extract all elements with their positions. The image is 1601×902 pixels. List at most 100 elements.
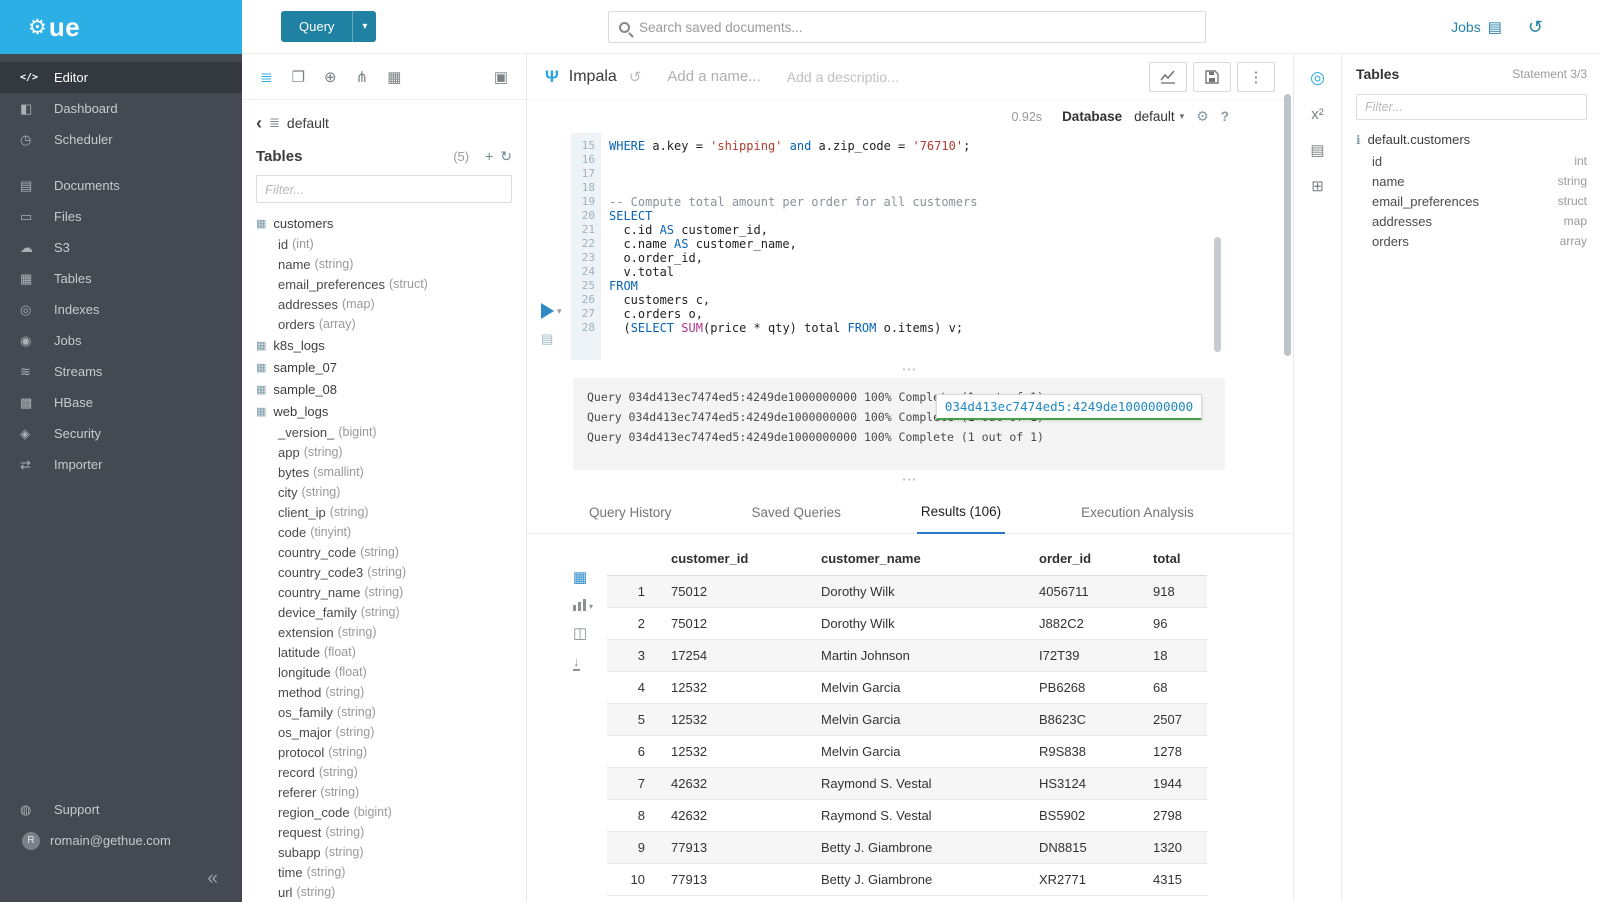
grid-view-icon[interactable]: ▦	[573, 568, 607, 586]
resize-handle-top[interactable]: ⋯	[527, 360, 1293, 378]
column-item[interactable]: url(string)	[256, 882, 526, 902]
sidebar-item-hbase[interactable]: ▩HBase	[0, 387, 242, 418]
column-item[interactable]: device_family(string)	[256, 602, 526, 622]
panel-scrollbar[interactable]	[1284, 94, 1291, 356]
chart-button[interactable]	[1149, 62, 1187, 92]
sidebar-item-streams[interactable]: ≋Streams	[0, 356, 242, 387]
snippet-history-icon[interactable]: ↺	[629, 68, 642, 86]
active-table[interactable]: ℹ default.customers	[1356, 132, 1601, 147]
add-table-icon[interactable]: +	[485, 148, 493, 164]
column-item[interactable]: region_code(bigint)	[256, 802, 526, 822]
settings-gear-icon[interactable]: ⚙	[1196, 108, 1209, 125]
sidebar-item-importer[interactable]: ⇄Importer	[0, 449, 242, 480]
schedule-icon[interactable]: ⊞	[1311, 177, 1324, 195]
result-row[interactable]: 742632Raymond S. VestalHS31241944	[607, 768, 1207, 800]
column-item[interactable]: extension(string)	[256, 622, 526, 642]
column-item[interactable]: method(string)	[256, 682, 526, 702]
column-item[interactable]: country_code(string)	[256, 542, 526, 562]
result-row[interactable]: 977913Betty J. GiambroneDN88151320	[607, 832, 1207, 864]
table-item-web-logs[interactable]: ▦web_logs	[256, 400, 526, 422]
column-item[interactable]: addressesmap	[1342, 211, 1601, 231]
column-item[interactable]: email_preferencesstruct	[1342, 191, 1601, 211]
column-item[interactable]: app(string)	[256, 442, 526, 462]
search-input[interactable]	[639, 20, 1195, 35]
columns-toggle-icon[interactable]: ◫	[573, 624, 607, 642]
query-description-input[interactable]: Add a descriptio...	[787, 69, 899, 85]
column-item[interactable]: country_code3(string)	[256, 562, 526, 582]
column-item[interactable]: subapp(string)	[256, 842, 526, 862]
column-item[interactable]: longitude(float)	[256, 662, 526, 682]
chart-view-icon[interactable]: ▾	[573, 599, 607, 611]
column-item[interactable]: email_preferences(struct)	[256, 274, 526, 294]
result-row[interactable]: 175012Dorothy Wilk4056711918	[607, 576, 1207, 608]
sidebar-item-tables[interactable]: ▦Tables	[0, 263, 242, 294]
result-row[interactable]: 317254Martin JohnsonI72T3918	[607, 640, 1207, 672]
sidebar-item-documents[interactable]: ▤Documents	[0, 170, 242, 201]
query-dropdown-caret-icon[interactable]: ▾	[352, 11, 376, 42]
sidebar-item-s3[interactable]: ☁S3	[0, 232, 242, 263]
refresh-tables-icon[interactable]: ↻	[500, 148, 512, 165]
more-actions-button[interactable]: ⋮	[1237, 62, 1275, 92]
tab-execution-analysis[interactable]: Execution Analysis	[1077, 505, 1198, 533]
database-select[interactable]: default ▾	[1134, 109, 1184, 124]
statement-menu-icon[interactable]: ▤	[541, 331, 553, 347]
column-item[interactable]: request(string)	[256, 822, 526, 842]
jobs-link[interactable]: Jobs ▤	[1451, 18, 1502, 36]
column-item[interactable]: namestring	[1342, 171, 1601, 191]
column-item[interactable]: ordersarray	[1342, 231, 1601, 251]
sidebar-item-romain-gethue-com[interactable]: Rromain@gethue.com	[0, 825, 242, 856]
column-item[interactable]: city(string)	[256, 482, 526, 502]
hdfs-icon[interactable]: ⋔	[356, 68, 369, 86]
save-button[interactable]	[1193, 62, 1231, 92]
column-item[interactable]: time(string)	[256, 862, 526, 882]
column-item[interactable]: os_family(string)	[256, 702, 526, 722]
briefcase-icon[interactable]: ▣	[494, 68, 508, 86]
functions-icon[interactable]: x²	[1311, 106, 1324, 123]
column-item[interactable]: _version_(bigint)	[256, 422, 526, 442]
right-panel-filter-input[interactable]	[1356, 94, 1587, 120]
language-reference-icon[interactable]: ▤	[1310, 141, 1324, 159]
query-name-input[interactable]: Add a name...	[667, 68, 760, 85]
result-row[interactable]: 1077913Betty J. GiambroneXR27714315	[607, 864, 1207, 896]
sidebar-item-scheduler[interactable]: ◷Scheduler	[0, 124, 242, 155]
sidebar-item-jobs[interactable]: ◉Jobs	[0, 325, 242, 356]
column-item[interactable]: code(tinyint)	[256, 522, 526, 542]
column-item[interactable]: referer(string)	[256, 782, 526, 802]
editor-scrollbar[interactable]	[1214, 237, 1221, 352]
tab-query-history[interactable]: Query History	[585, 505, 676, 533]
tab-results-106[interactable]: Results (106)	[917, 504, 1005, 534]
column-item[interactable]: name(string)	[256, 254, 526, 274]
sidebar-item-support[interactable]: ◍Support	[0, 794, 242, 825]
assistant-icon[interactable]: ◎	[1310, 68, 1325, 88]
result-row[interactable]: 275012Dorothy WilkJ882C296	[607, 608, 1207, 640]
job-id-tooltip[interactable]: 034d413ec7474ed5:4249de1000000000	[936, 394, 1202, 420]
column-item[interactable]: record(string)	[256, 762, 526, 782]
column-item[interactable]: bytes(smallint)	[256, 462, 526, 482]
execute-options-caret-icon[interactable]: ▾	[557, 306, 562, 317]
hue-logo[interactable]: ⚙ ue	[0, 0, 242, 54]
tab-saved-queries[interactable]: Saved Queries	[748, 505, 845, 533]
databases-icon[interactable]: ≣	[260, 68, 273, 86]
column-item[interactable]: os_major(string)	[256, 722, 526, 742]
zoom-icon[interactable]: ⊕	[324, 68, 337, 86]
result-row[interactable]: 842632Raymond S. VestalBS59022798	[607, 800, 1207, 832]
result-row[interactable]: 612532Melvin GarciaR9S8381278	[607, 736, 1207, 768]
resize-handle-bottom[interactable]: ⋯	[527, 470, 1293, 488]
database-name[interactable]: default	[287, 115, 329, 131]
column-item[interactable]: addresses(map)	[256, 294, 526, 314]
column-item[interactable]: country_name(string)	[256, 582, 526, 602]
query-button[interactable]: Query ▾	[281, 11, 376, 42]
help-icon[interactable]: ?	[1221, 109, 1229, 124]
result-row[interactable]: 512532Melvin GarciaB8623C2507	[607, 704, 1207, 736]
documents-copy-icon[interactable]: ❐	[292, 68, 305, 86]
sidebar-item-editor[interactable]: </>Editor	[0, 62, 242, 93]
code-area[interactable]: WHERE a.key = 'shipping' and a.zip_code …	[601, 133, 1225, 360]
table-item-sample-08[interactable]: ▦sample_08	[256, 378, 526, 400]
column-item[interactable]: protocol(string)	[256, 742, 526, 762]
column-item[interactable]: client_ip(string)	[256, 502, 526, 522]
sidebar-item-files[interactable]: ▭Files	[0, 201, 242, 232]
result-row[interactable]: 412532Melvin GarciaPB626868	[607, 672, 1207, 704]
table-item-customers[interactable]: ▦customers	[256, 212, 526, 234]
table-item-k8s-logs[interactable]: ▦k8s_logs	[256, 334, 526, 356]
column-item[interactable]: latitude(float)	[256, 642, 526, 662]
